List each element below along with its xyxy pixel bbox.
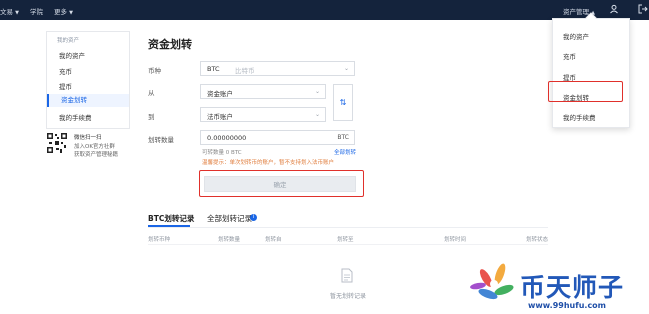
watermark-url: www.99hufu.com — [528, 301, 607, 310]
qr-line-3: 获取资产管理秘籍 — [74, 152, 119, 158]
asset-sidebar: 我的资产 我的资产 充币 提币 资金划转 我的手续费 — [46, 31, 130, 129]
logout-icon[interactable] — [638, 4, 648, 14]
sidebar-item-transfer[interactable]: 资金划转 — [47, 94, 129, 107]
nav-academy[interactable]: 学院 — [30, 6, 43, 16]
swap-accounts-icon[interactable]: ⇅ — [333, 84, 353, 121]
nav-asset-management-label: 资产管理 — [563, 8, 589, 16]
sidebar-item-deposit[interactable]: 充币 — [59, 66, 72, 76]
nav-more[interactable]: 更多 ▼ — [54, 6, 73, 16]
chevron-down-icon: ⌄ — [314, 111, 320, 118]
from-account-select[interactable]: 资金账户 ⌄ — [200, 84, 326, 99]
transfer-all-link[interactable]: 全部划转 — [334, 148, 356, 156]
qr-code-icon — [46, 132, 68, 154]
from-label: 从 — [148, 89, 155, 97]
chevron-down-icon: ⌄ — [314, 88, 320, 95]
coin-label: 币种 — [148, 67, 161, 75]
coin-select[interactable]: BTC 比特币 ⌄ — [200, 61, 355, 76]
sidebar-item-fees[interactable]: 我的手续费 — [59, 112, 92, 122]
nav-trade[interactable]: 文易 ▼ — [0, 6, 19, 16]
dropdown-item-fees[interactable]: 我的手续费 — [563, 112, 596, 122]
column-header-to: 划转至 — [337, 237, 354, 243]
dropdown-item-deposit[interactable]: 充币 — [563, 51, 576, 61]
highlight-frame-confirm — [199, 170, 364, 197]
watermark-brand: 币天师子 — [520, 273, 625, 302]
available-amount: 可转数量 0 BTC — [202, 150, 242, 156]
to-label: 到 — [148, 113, 155, 121]
sidebar-item-withdraw[interactable]: 提币 — [59, 81, 72, 91]
column-header-time: 划转时间 — [444, 237, 467, 243]
info-icon[interactable]: i — [250, 214, 257, 221]
nav-more-label: 更多 — [54, 8, 67, 16]
page-title: 资金划转 — [148, 38, 192, 51]
coin-name: 比特币 — [235, 67, 255, 75]
user-icon[interactable] — [609, 4, 619, 14]
to-account-value: 法币账户 — [207, 113, 233, 121]
amount-input[interactable]: 0.00000000 BTC — [200, 130, 355, 145]
warm-tip: 温馨提示：单次划转币的账户，暂不支持划入法币账户 — [202, 160, 335, 166]
amount-unit: BTC — [337, 134, 349, 141]
chevron-down-icon: ⌄ — [343, 65, 349, 72]
active-tab-underline — [148, 225, 190, 227]
amount-label: 划转数量 — [148, 136, 174, 144]
column-header-coin: 划转币种 — [148, 237, 171, 243]
column-header-amount: 划转数量 — [218, 237, 241, 243]
dropdown-item-my-assets[interactable]: 我的资产 — [563, 31, 589, 41]
column-header-status: 划转状态 — [526, 237, 549, 243]
header-divider — [148, 244, 548, 245]
from-account-value: 资金账户 — [207, 90, 233, 98]
empty-document-icon — [341, 268, 353, 283]
to-account-select[interactable]: 法币账户 ⌄ — [200, 107, 326, 122]
tab-all-records[interactable]: 全部划转记录 — [207, 213, 252, 224]
qr-line-2: 加入OK官方社群 — [74, 144, 115, 150]
sidebar-heading: 我的资产 — [57, 38, 80, 44]
empty-records-text: 暂无划转记录 — [330, 293, 367, 300]
amount-value: 0.00000000 — [207, 134, 247, 142]
column-header-from: 划转自 — [265, 237, 282, 243]
top-nav-bar: 文易 ▼ 学院 更多 ▼ 资产管理 ▲ — [0, 0, 649, 20]
qr-title: 微信扫一扫 — [74, 135, 102, 141]
highlight-frame-transfer — [548, 81, 623, 102]
sidebar-item-my-assets[interactable]: 我的资产 — [59, 50, 85, 60]
coin-value: BTC — [207, 65, 220, 73]
tab-btc-records[interactable]: BTC划转记录 — [148, 213, 194, 224]
nav-trade-label: 文易 — [0, 8, 13, 16]
tab-divider — [148, 227, 548, 228]
asset-management-dropdown: 我的资产 充币 提币 资金划转 我的手续费 — [552, 12, 630, 128]
